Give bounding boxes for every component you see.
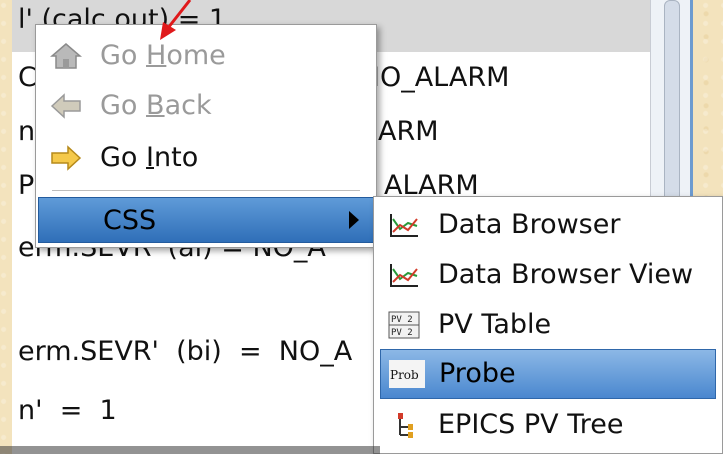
annotation-arrow [160,0,192,40]
bottom-strip [0,446,380,454]
